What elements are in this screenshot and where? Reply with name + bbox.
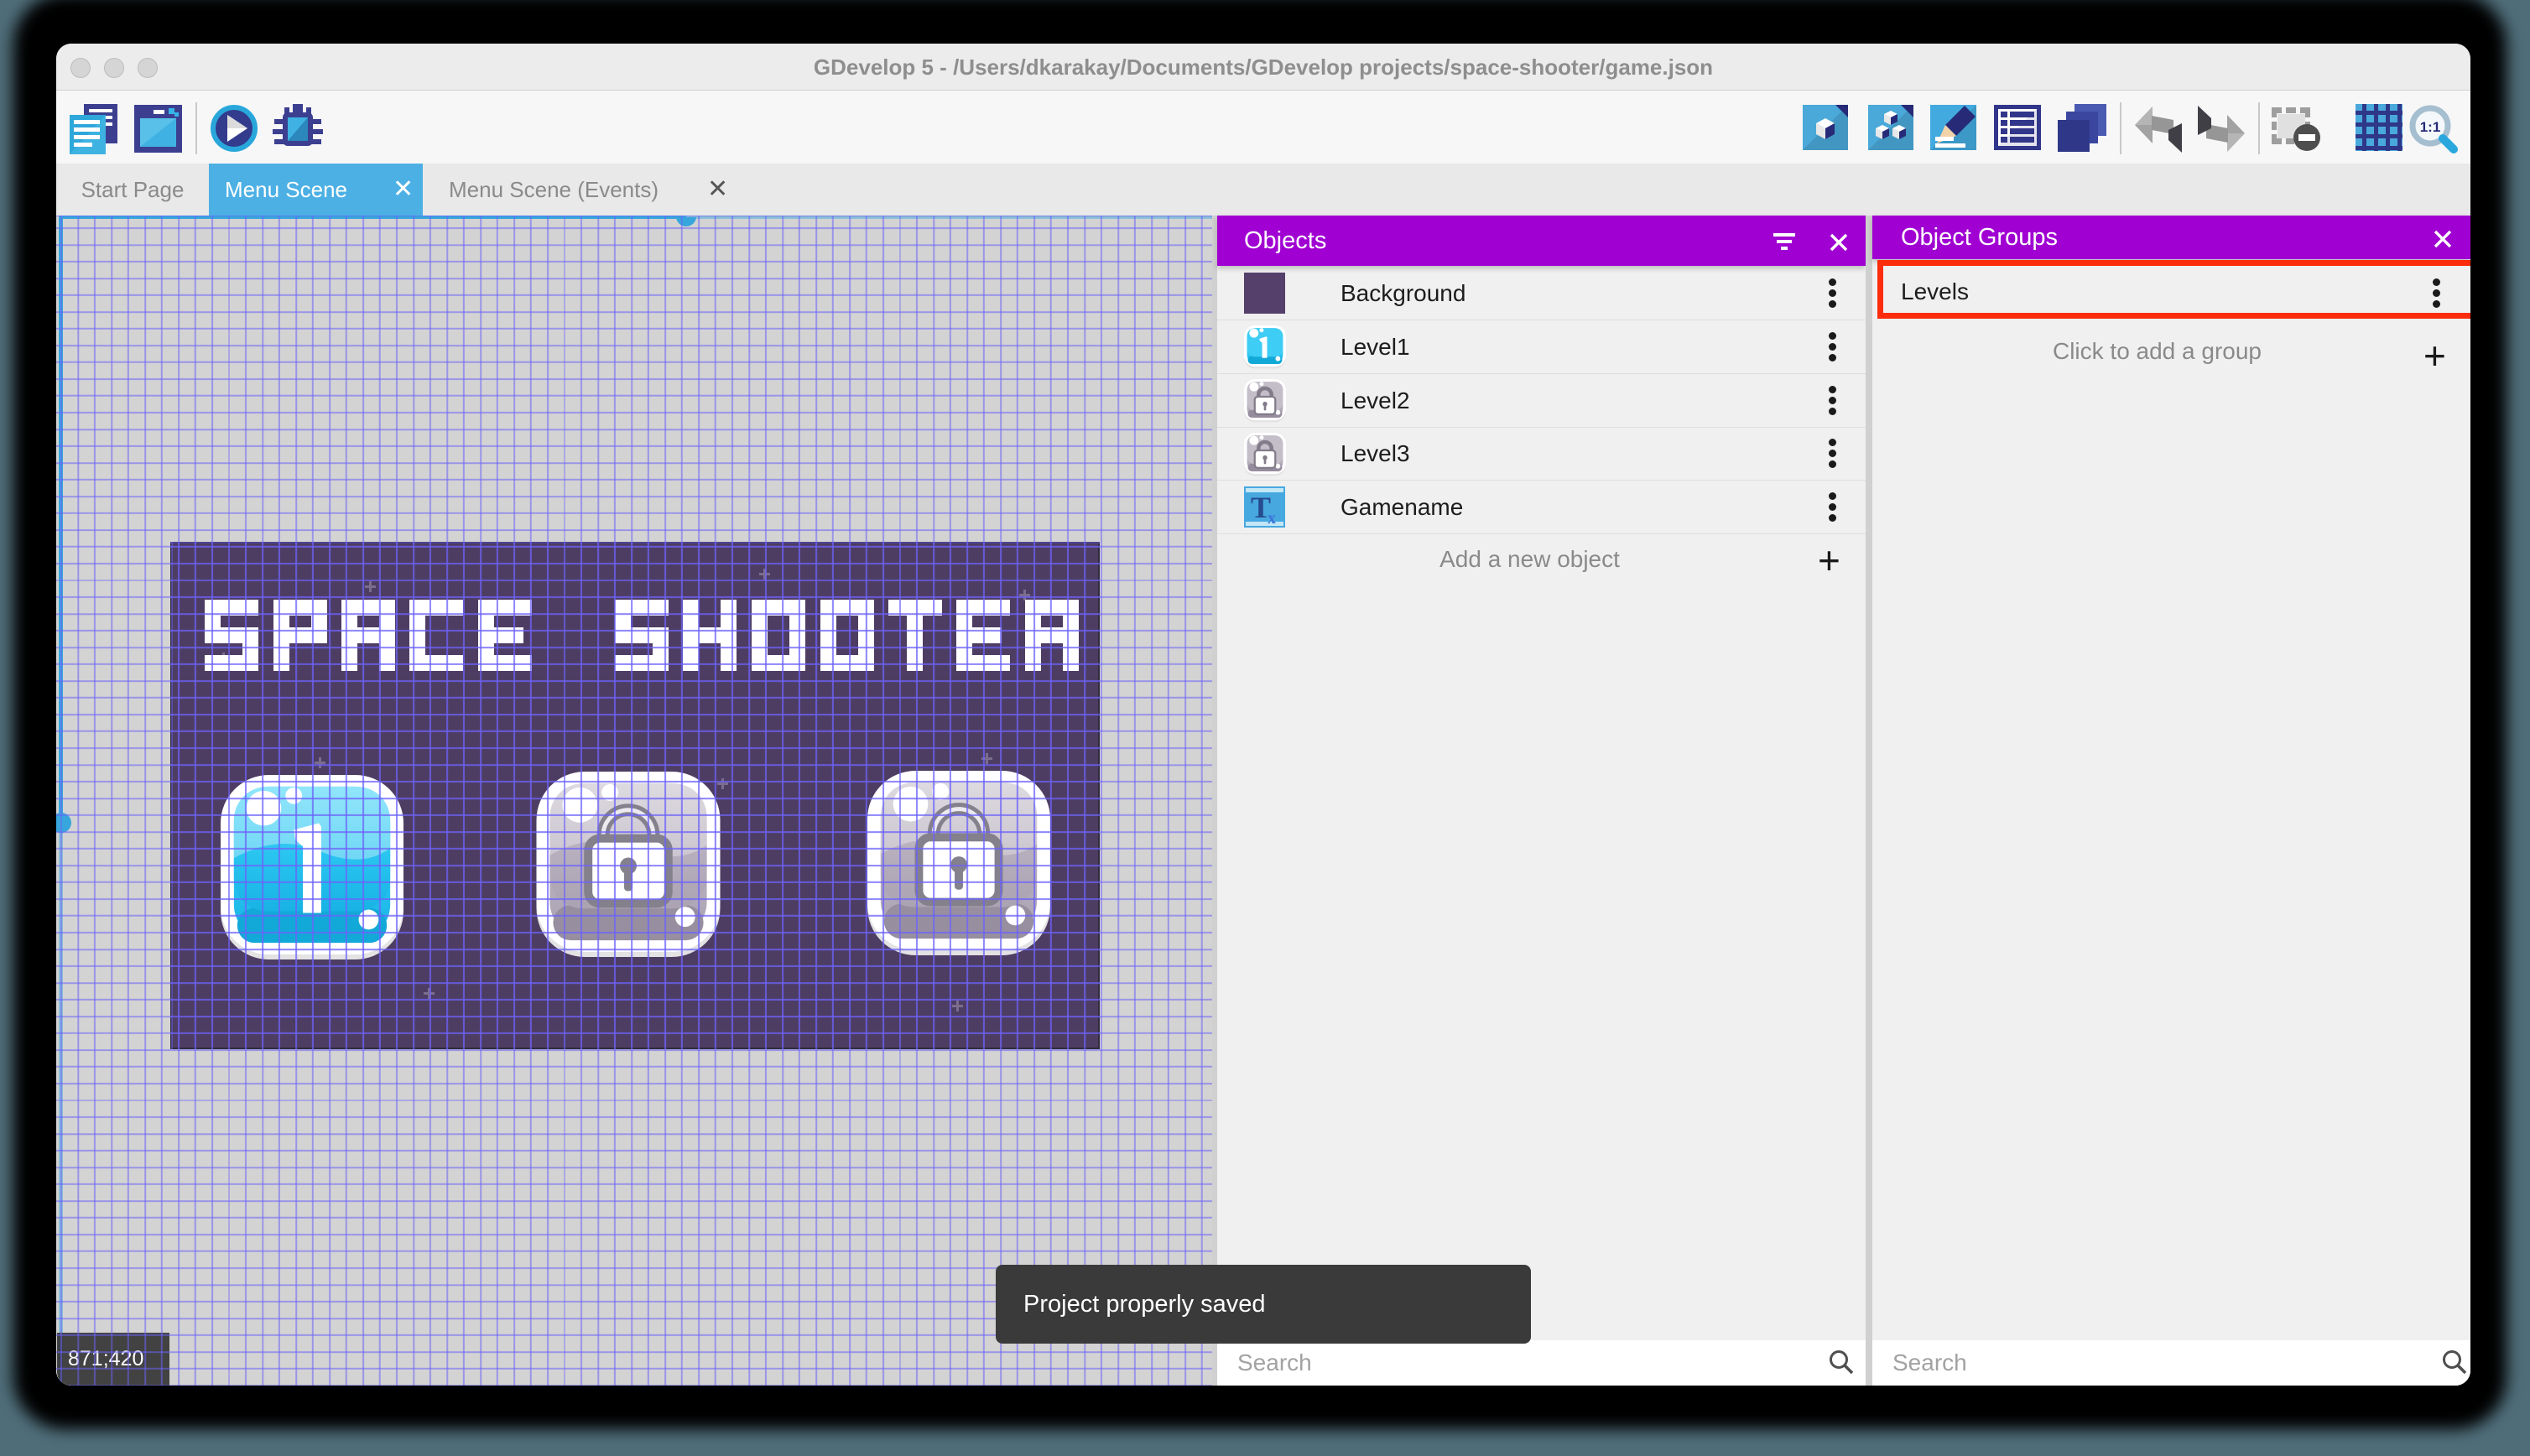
- svg-text:1:1: 1:1: [2420, 119, 2441, 135]
- svg-text:x: x: [1268, 509, 1276, 528]
